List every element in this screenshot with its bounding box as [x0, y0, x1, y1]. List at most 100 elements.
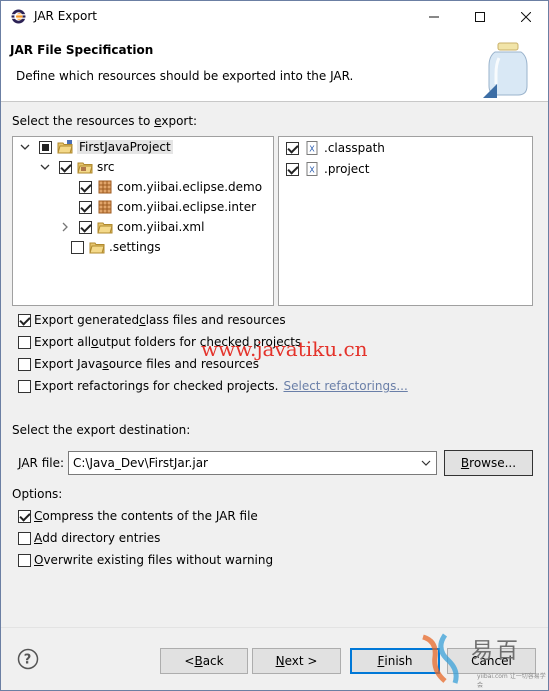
add-directory-entries-option[interactable]: Add directory entries [18, 531, 160, 545]
add-directory-entries-checkbox[interactable] [18, 531, 31, 545]
tree-item-xml[interactable]: com.yiibai.xml [59, 217, 204, 237]
export-source-files-checkbox[interactable] [18, 357, 31, 371]
jar-file-label: JAR file: [18, 456, 64, 470]
export-refactorings-option[interactable]: Export refactorings for checked projects… [18, 379, 408, 393]
next-mnemonic: N [275, 654, 285, 668]
option-mnemonic: o [91, 335, 99, 349]
option-text: Export generated [34, 313, 140, 327]
project-checkbox[interactable] [39, 140, 52, 154]
eclipse-icon [11, 9, 26, 24]
close-button[interactable] [503, 1, 549, 32]
next-label: ext > [284, 654, 318, 668]
project-folder-icon [57, 140, 73, 154]
file-label: .project [324, 162, 370, 176]
resources-label-pre: Select the resources to [12, 114, 155, 128]
overwrite-checkbox[interactable] [18, 553, 31, 567]
package-demo-checkbox[interactable] [79, 180, 92, 194]
wizard-header: JAR File Specification Define which reso… [1, 32, 548, 102]
chevron-right-icon[interactable] [59, 221, 71, 233]
package-icon [98, 180, 112, 194]
src-checkbox[interactable] [59, 160, 72, 174]
back-label: ack [202, 654, 224, 668]
tree-label: .settings [109, 240, 161, 254]
back-button[interactable]: < Back [160, 648, 248, 674]
tree-item-project[interactable]: FirstJavaProject [19, 137, 173, 157]
tree-label: com.yiibai.xml [117, 220, 205, 234]
resources-label-post: xport: [161, 114, 198, 128]
resource-file-list[interactable]: X .classpath X .project [278, 136, 533, 306]
export-refactorings-checkbox[interactable] [18, 379, 31, 393]
brand-chinese: 易百 [471, 639, 522, 664]
tree-label: src [97, 160, 115, 174]
project-file-checkbox[interactable] [286, 162, 299, 176]
svg-text:X: X [309, 166, 315, 175]
compress-option[interactable]: Compress the contents of the JAR file [18, 509, 258, 523]
xml-file-icon: X [306, 141, 318, 155]
settings-checkbox[interactable] [71, 240, 84, 254]
finish-label: inish [384, 654, 413, 668]
close-icon [521, 11, 531, 22]
overwrite-option[interactable]: Overwrite existing files without warning [18, 553, 273, 567]
maximize-icon [475, 11, 485, 22]
page-title: JAR File Specification [10, 43, 154, 57]
minimize-button[interactable] [411, 1, 457, 32]
xml-file-icon: X [306, 162, 318, 176]
chevron-down-icon[interactable] [39, 161, 51, 173]
option-text: verwrite existing files without warning [43, 553, 274, 567]
classpath-checkbox[interactable] [286, 141, 299, 155]
maximize-button[interactable] [457, 1, 503, 32]
tree-item-package-inter[interactable]: com.yiibai.eclipse.inter [79, 197, 256, 217]
tree-item-src[interactable]: src [39, 157, 115, 177]
compress-checkbox[interactable] [18, 509, 31, 523]
chevron-down-icon[interactable] [420, 457, 432, 469]
option-text: Export all [34, 335, 92, 349]
folder-icon [89, 242, 105, 254]
tree-item-package-demo[interactable]: com.yiibai.eclipse.demo [79, 177, 262, 197]
option-mnemonic: O [34, 553, 44, 567]
brand-subtitle: yiibai.com 让一切容易学会 [477, 671, 548, 689]
export-class-files-option[interactable]: Export generated c lass files and resourc… [18, 313, 286, 327]
export-class-files-checkbox[interactable] [18, 313, 31, 327]
option-mnemonic: A [34, 531, 43, 545]
export-output-folders-checkbox[interactable] [18, 335, 31, 349]
option-text: ompress the contents of the JAR file [42, 509, 258, 523]
title-bar[interactable]: JAR Export [1, 1, 548, 32]
svg-text:?: ? [24, 653, 32, 668]
tree-label: com.yiibai.eclipse.demo [117, 180, 263, 194]
option-text: dd directory entries [42, 531, 161, 545]
brand-english: yiibai.com [477, 673, 508, 680]
select-refactorings-link[interactable]: Select refactorings... [283, 379, 407, 393]
back-mnemonic: B [194, 654, 203, 668]
next-button[interactable]: Next > [252, 648, 341, 674]
svg-text:X: X [309, 145, 315, 154]
help-icon[interactable]: ? [17, 648, 39, 670]
file-item-classpath[interactable]: X .classpath [286, 138, 385, 158]
tree-label: com.yiibai.eclipse.inter [117, 200, 257, 214]
source-folder-icon [77, 162, 93, 174]
package-inter-checkbox[interactable] [79, 200, 92, 214]
page-description: Define which resources should be exporte… [16, 69, 354, 83]
footer-separator [1, 627, 548, 628]
option-mnemonic: c [139, 313, 146, 327]
jar-export-dialog: JAR Export JAR File Specification Define… [0, 0, 549, 691]
site-watermark: www.javatiku.cn [201, 337, 368, 361]
file-item-project[interactable]: X .project [286, 159, 369, 179]
minimize-icon [429, 16, 439, 17]
xml-checkbox[interactable] [79, 220, 92, 234]
window-title: JAR Export [34, 9, 97, 23]
jar-file-combobox[interactable]: C:\Java_Dev\FirstJar.jar [68, 451, 437, 475]
resource-tree[interactable]: FirstJavaProject src com.yiibai.eclipse.… [12, 136, 274, 306]
jar-file-value[interactable]: C:\Java_Dev\FirstJar.jar [73, 456, 208, 470]
resources-label: Select the resources to export: [12, 114, 197, 128]
option-text: lass files and resources [145, 313, 286, 327]
package-icon [98, 200, 112, 214]
file-label: .classpath [324, 141, 385, 155]
option-mnemonic: C [34, 509, 43, 523]
finish-mnemonic: F [377, 654, 385, 668]
chevron-down-icon[interactable] [19, 141, 31, 153]
tree-item-settings[interactable]: .settings [59, 237, 161, 257]
browse-mnemonic: B [460, 456, 470, 470]
folder-icon [97, 222, 113, 234]
browse-button[interactable]: Browse... [444, 450, 533, 476]
browse-label: rowse... [469, 456, 517, 470]
